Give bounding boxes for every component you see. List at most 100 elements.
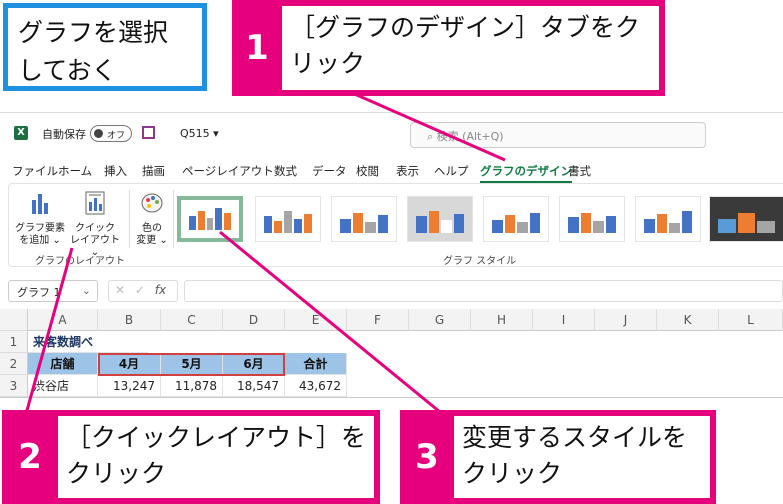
change-colors-label-2: 変更 ⌄ bbox=[136, 235, 168, 246]
step-text: 変更するスタイルをクリック bbox=[454, 416, 710, 498]
tab-formulas[interactable]: 数式 bbox=[274, 163, 297, 179]
change-colors-label-1: 色の bbox=[142, 223, 162, 234]
chart-style-2[interactable] bbox=[255, 196, 321, 242]
callout-step-3: 3 変更するスタイルをクリック bbox=[400, 410, 716, 504]
cell-value[interactable]: 18,547 bbox=[223, 375, 285, 397]
chart-style-preview bbox=[189, 206, 231, 230]
header-cell-store[interactable]: 店舗 bbox=[28, 353, 98, 375]
cell-a1[interactable]: 来客数調べ bbox=[28, 331, 148, 353]
column-header[interactable]: I bbox=[533, 309, 595, 331]
chart-style-preview bbox=[568, 209, 616, 233]
tab-insert[interactable]: 挿入 bbox=[104, 163, 127, 179]
column-header[interactable]: A bbox=[28, 309, 98, 331]
tab-help[interactable]: ヘルプ bbox=[434, 163, 469, 179]
chart-style-preview bbox=[416, 209, 464, 233]
chart-style-preview bbox=[340, 209, 388, 233]
cell-store-name[interactable]: 渋谷店 bbox=[28, 375, 98, 397]
quick-layout-label-1: クイック bbox=[75, 223, 115, 234]
add-chart-element-button[interactable]: グラフ要素 を追加 ⌄ bbox=[15, 190, 65, 247]
toggle-knob-icon bbox=[94, 129, 103, 138]
add-element-label-2: を追加 ⌄ bbox=[19, 235, 61, 246]
change-colors-button[interactable]: 色の 変更 ⌄ bbox=[133, 190, 171, 247]
callout-step-1: 1 ［グラフのデザイン］タブをクリック bbox=[232, 0, 665, 96]
tab-format[interactable]: 書式 bbox=[568, 163, 591, 179]
column-header[interactable]: K bbox=[657, 309, 719, 331]
row-header[interactable]: 1 bbox=[0, 331, 28, 353]
select-all-corner[interactable] bbox=[0, 309, 28, 331]
row-header[interactable]: 3 bbox=[0, 375, 28, 397]
name-box[interactable]: グラフ 1 ⌄ bbox=[8, 280, 98, 302]
add-element-label-1: グラフ要素 bbox=[15, 223, 65, 234]
cell-value[interactable]: 43,672 bbox=[285, 375, 347, 397]
selection-range bbox=[98, 353, 285, 376]
search-input[interactable]: ⌕ 検索 (Alt+Q) bbox=[410, 122, 706, 148]
search-placeholder: 検索 (Alt+Q) bbox=[436, 130, 504, 143]
chart-style-preview bbox=[264, 209, 312, 233]
chart-style-4[interactable] bbox=[407, 196, 473, 242]
chart-style-3[interactable] bbox=[331, 196, 397, 242]
chevron-down-icon: ⌄ bbox=[81, 284, 91, 297]
note-select-chart: グラフを選択しておく bbox=[3, 3, 207, 91]
chart-style-7[interactable] bbox=[635, 196, 701, 242]
step-text: ［グラフのデザイン］タブをクリック bbox=[282, 6, 659, 90]
spreadsheet-grid: A B C D E F G H I J K L 1 2 3 来客数調べ 店舗 4… bbox=[0, 309, 783, 399]
save-icon[interactable] bbox=[142, 126, 155, 139]
ribbon-tabs: ファイル ホーム 挿入 描画 ページレイアウト 数式 データ 校閲 表示 ヘルプ… bbox=[0, 161, 783, 183]
step-text: ［クイックレイアウト］をクリック bbox=[58, 416, 374, 498]
cell-value[interactable]: 11,878 bbox=[161, 375, 223, 397]
tab-home[interactable]: ホーム bbox=[58, 163, 92, 179]
formula-input[interactable] bbox=[184, 280, 783, 302]
quick-layout-button[interactable]: クイック レイアウト ⌄ bbox=[67, 190, 123, 259]
step-number: 2 bbox=[18, 437, 42, 477]
column-header[interactable]: C bbox=[161, 309, 223, 331]
column-header[interactable]: B bbox=[98, 309, 161, 331]
callout-step-2: 2 ［クイックレイアウト］をクリック bbox=[2, 410, 380, 504]
tab-file[interactable]: ファイル bbox=[12, 163, 58, 179]
file-name[interactable]: Q515 ▾ bbox=[180, 127, 219, 140]
tab-page-layout[interactable]: ページレイアウト bbox=[182, 163, 274, 179]
ribbon-divider bbox=[173, 190, 174, 248]
chart-style-preview bbox=[644, 209, 692, 233]
cell-value[interactable]: 13,247 bbox=[98, 375, 161, 397]
column-header[interactable]: G bbox=[409, 309, 471, 331]
tab-draw[interactable]: 描画 bbox=[142, 163, 165, 179]
excel-logo-icon: X bbox=[14, 126, 28, 140]
column-header[interactable]: J bbox=[595, 309, 657, 331]
excel-window: X 自動保存 オフ Q515 ▾ ⌕ 検索 (Alt+Q) ファイル ホーム 挿… bbox=[0, 112, 783, 398]
chart-element-icon bbox=[32, 194, 48, 214]
autosave-state: オフ bbox=[107, 131, 126, 141]
formula-bar: グラフ 1 ⌄ ✕ ✓ fx bbox=[8, 277, 783, 305]
header-cell-total[interactable]: 合計 bbox=[285, 353, 347, 375]
fx-icon[interactable]: fx bbox=[155, 283, 166, 297]
autosave-label: 自動保存 bbox=[42, 128, 86, 141]
chart-style-6[interactable] bbox=[559, 196, 625, 242]
name-box-value: グラフ 1 bbox=[17, 286, 61, 299]
tab-review[interactable]: 校閲 bbox=[356, 163, 379, 179]
column-header[interactable]: E bbox=[285, 309, 347, 331]
group-label-chart-layouts: グラフのレイアウト bbox=[35, 256, 125, 267]
ribbon-divider bbox=[129, 190, 130, 248]
column-header[interactable]: L bbox=[719, 309, 783, 331]
chart-style-1[interactable] bbox=[177, 196, 243, 242]
ribbon: グラフ要素 を追加 ⌄ クイック レイアウト ⌄ 色の 変更 ⌄ グラフのレイア… bbox=[8, 183, 783, 267]
chart-style-5[interactable] bbox=[483, 196, 549, 242]
check-icon[interactable]: ✓ bbox=[135, 283, 145, 297]
search-icon: ⌕ bbox=[427, 130, 437, 143]
chart-style-preview bbox=[492, 209, 540, 233]
row-header[interactable]: 2 bbox=[0, 353, 28, 375]
title-bar: X 自動保存 オフ Q515 ▾ ⌕ 検索 (Alt+Q) bbox=[0, 113, 783, 153]
step-number: 3 bbox=[415, 437, 439, 477]
column-header[interactable]: H bbox=[471, 309, 533, 331]
chart-style-preview bbox=[718, 209, 776, 233]
column-header[interactable]: F bbox=[347, 309, 409, 331]
cancel-icon[interactable]: ✕ bbox=[115, 283, 125, 297]
step-number: 1 bbox=[245, 28, 269, 68]
autosave-toggle[interactable]: オフ bbox=[90, 125, 132, 142]
tab-chart-design[interactable]: グラフのデザイン bbox=[480, 163, 572, 183]
palette-icon bbox=[141, 193, 163, 213]
tab-data[interactable]: データ bbox=[312, 163, 347, 179]
tab-view[interactable]: 表示 bbox=[396, 163, 419, 179]
chart-style-8[interactable] bbox=[709, 196, 783, 242]
column-header[interactable]: D bbox=[223, 309, 285, 331]
formula-controls: ✕ ✓ fx bbox=[108, 280, 178, 302]
